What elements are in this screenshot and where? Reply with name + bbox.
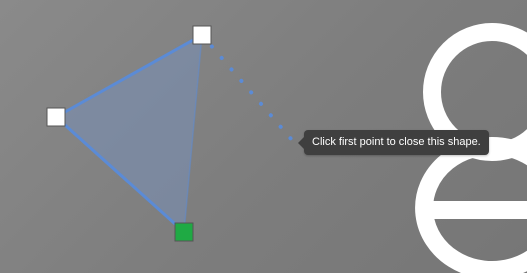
first-point-handle[interactable] — [174, 222, 194, 242]
drawing-canvas[interactable]: Click first point to close this shape. — [0, 0, 527, 273]
close-shape-tooltip: Click first point to close this shape. — [298, 130, 489, 155]
rubber-band-line — [200, 33, 294, 142]
vertex-handle[interactable] — [192, 25, 212, 45]
vertex-handle[interactable] — [46, 107, 66, 127]
shape-fill — [56, 35, 202, 232]
